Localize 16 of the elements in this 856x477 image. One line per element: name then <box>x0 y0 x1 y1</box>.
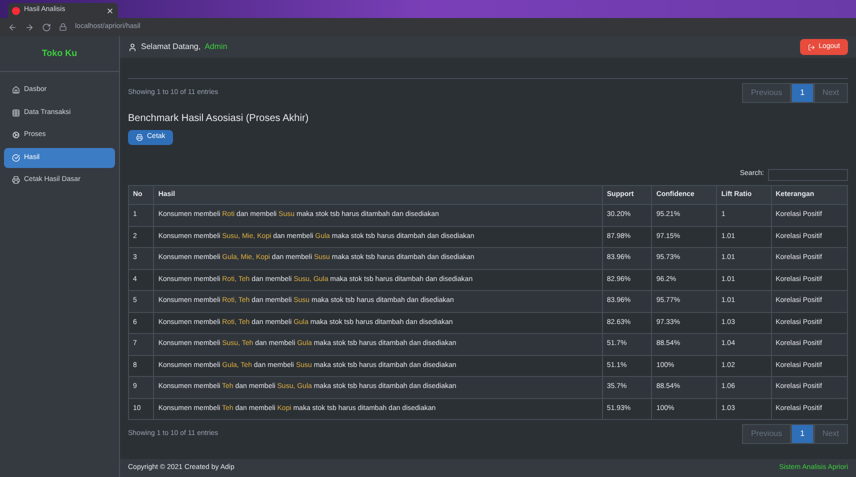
back-icon[interactable] <box>8 22 17 32</box>
logo-text: Toko Ku <box>42 46 78 60</box>
user-name: Admin <box>204 41 228 53</box>
section-title: Benchmark Hasil Asosiasi (Proses Akhir) <box>128 112 310 126</box>
logout-icon <box>808 44 815 50</box>
search-field[interactable] <box>768 168 848 180</box>
greeting-text: Selamat Datang, <box>141 41 201 53</box>
printer-icon <box>136 134 143 141</box>
user-icon <box>128 42 137 52</box>
forward-icon[interactable] <box>25 22 34 32</box>
favicon-icon <box>12 6 20 14</box>
pagination-button[interactable]: 1 <box>791 424 814 444</box>
close-icon[interactable] <box>106 6 114 14</box>
lock-icon <box>59 23 67 31</box>
pagination-button[interactable]: 1 <box>791 83 814 103</box>
reload-icon[interactable] <box>42 22 51 32</box>
